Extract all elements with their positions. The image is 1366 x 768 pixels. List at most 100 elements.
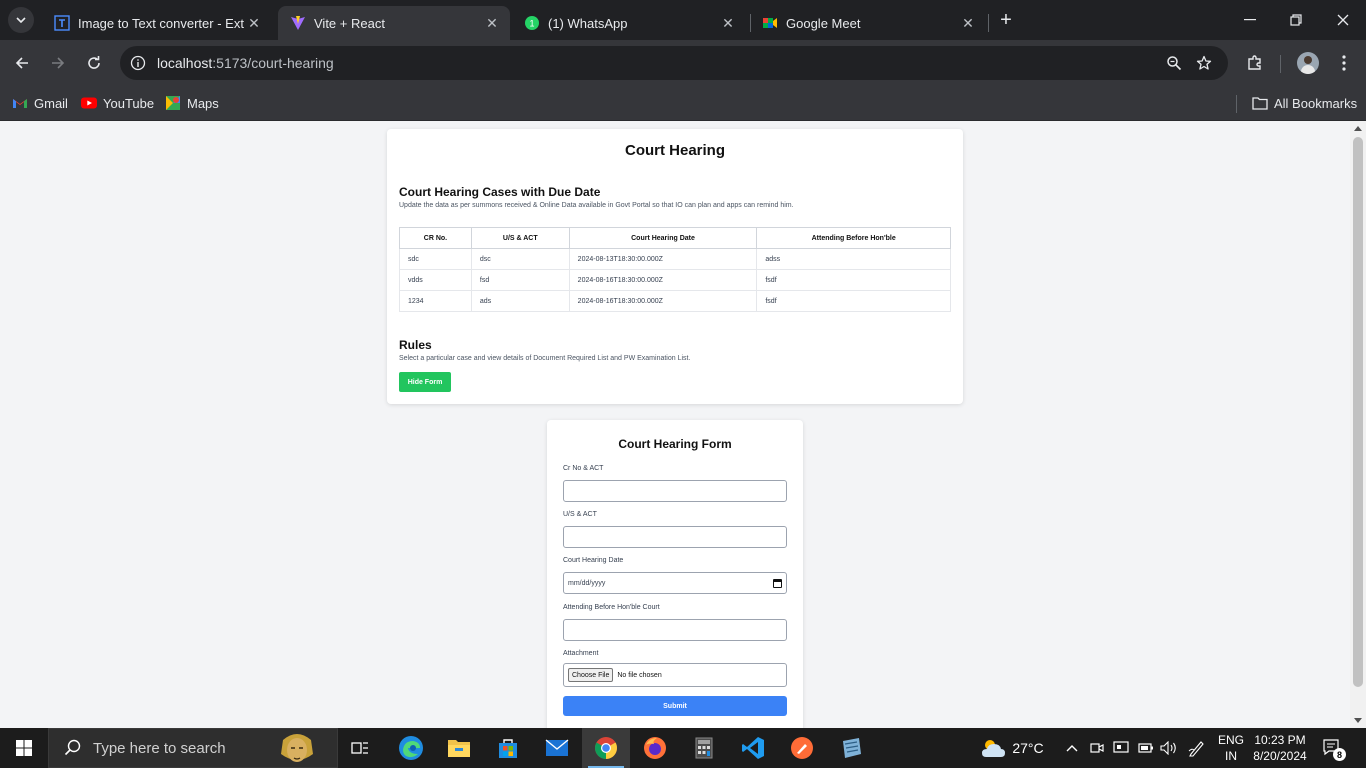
- profile-avatar[interactable]: [1297, 52, 1319, 74]
- table-cell: 2024-08-16T18:30:00.000Z: [568, 269, 758, 291]
- speaker-icon: [1160, 741, 1176, 755]
- attachment-label: Attachment: [563, 650, 599, 657]
- restore-button[interactable]: [1284, 8, 1308, 32]
- attending-input[interactable]: [563, 619, 787, 641]
- tab-divider: [988, 14, 989, 32]
- taskbar-mail[interactable]: [533, 728, 581, 768]
- tray-battery[interactable]: [1136, 728, 1156, 768]
- court-hearing-form: Court Hearing Form Cr No & ACT U/S & ACT…: [547, 420, 803, 728]
- bookmark-maps[interactable]: Maps: [165, 92, 219, 114]
- lang-code: ENG: [1217, 733, 1244, 747]
- scroll-up-arrow[interactable]: [1354, 126, 1362, 131]
- taskbar-store[interactable]: [484, 728, 532, 768]
- bookmark-star-icon[interactable]: [1194, 53, 1214, 73]
- table-row[interactable]: vdds fsd 2024-08-16T18:30:00.000Z fsdf: [399, 269, 951, 291]
- tray-display[interactable]: [1111, 728, 1131, 768]
- page-title: Court Hearing: [624, 142, 725, 159]
- cr-no-input[interactable]: [563, 480, 787, 502]
- site-info-icon[interactable]: [128, 53, 148, 73]
- close-window-button[interactable]: [1331, 8, 1355, 32]
- close-icon[interactable]: ✕: [958, 13, 978, 33]
- tab-title: Vite + React: [314, 15, 385, 31]
- tab-whatsapp[interactable]: 1 (1) WhatsApp ✕: [512, 6, 746, 40]
- firefox-icon: [644, 737, 666, 759]
- taskbar-app[interactable]: [827, 728, 875, 768]
- table-row[interactable]: 1234 ads 2024-08-16T18:30:00.000Z fsdf: [399, 290, 951, 312]
- bookmark-label: YouTube: [103, 95, 155, 111]
- gmail-icon: [12, 95, 28, 111]
- display-icon: [1113, 741, 1129, 753]
- us-act-input[interactable]: [563, 526, 787, 548]
- start-button[interactable]: [0, 728, 48, 768]
- back-button[interactable]: [9, 50, 35, 76]
- reload-button[interactable]: [81, 50, 107, 76]
- taskbar-postman[interactable]: [778, 728, 826, 768]
- attachment-file-input[interactable]: Choose File No file chosen: [563, 663, 787, 687]
- taskbar-edge[interactable]: [387, 728, 435, 768]
- new-tab-button[interactable]: +: [994, 8, 1018, 32]
- taskbar-chrome[interactable]: [582, 728, 630, 768]
- restore-icon: [1290, 14, 1302, 26]
- all-bookmarks-button[interactable]: All Bookmarks: [1252, 92, 1357, 114]
- tab-strip: Image to Text converter - Extrac ✕ Vite …: [0, 0, 1366, 40]
- extensions-button[interactable]: [1242, 50, 1268, 76]
- tab-image-to-text[interactable]: Image to Text converter - Extrac ✕: [42, 6, 272, 40]
- tab-google-meet[interactable]: Google Meet ✕: [750, 6, 986, 40]
- taskbar-firefox[interactable]: [631, 728, 679, 768]
- clock-date: 8/20/2024: [1253, 749, 1307, 763]
- cases-table: CR No. U/S & ACT Court Hearing Date Atte…: [399, 227, 951, 312]
- taskbar-file-explorer[interactable]: [435, 728, 483, 768]
- bookmark-youtube[interactable]: YouTube: [81, 92, 154, 114]
- task-view-button[interactable]: [336, 728, 384, 768]
- tray-overflow-button[interactable]: [1064, 728, 1080, 768]
- zoom-icon[interactable]: [1164, 53, 1184, 73]
- maps-icon: [165, 95, 181, 111]
- cases-description: Update the data as per summons received …: [399, 202, 794, 209]
- taskbar-vscode[interactable]: [729, 728, 777, 768]
- scroll-down-arrow[interactable]: [1354, 718, 1362, 723]
- avatar-head: [1304, 56, 1312, 64]
- submit-button[interactable]: Submit: [563, 696, 787, 716]
- url-text[interactable]: localhost:5173/court-hearing: [157, 55, 334, 71]
- bookmark-gmail[interactable]: Gmail: [12, 92, 68, 114]
- forward-button[interactable]: [45, 50, 71, 76]
- chrome-icon: [595, 737, 617, 759]
- scrollbar-thumb[interactable]: [1353, 137, 1363, 687]
- address-bar[interactable]: localhost:5173/court-hearing: [120, 46, 1228, 80]
- close-icon[interactable]: ✕: [482, 13, 502, 33]
- weather-widget[interactable]: [978, 728, 1008, 768]
- tray-volume[interactable]: [1159, 728, 1179, 768]
- hide-form-button[interactable]: Hide Form: [399, 372, 451, 392]
- minimize-button[interactable]: [1238, 8, 1262, 32]
- table-cell: adss: [756, 248, 951, 270]
- choose-file-button[interactable]: Choose File: [568, 668, 614, 682]
- calendar-icon[interactable]: [773, 579, 782, 588]
- taskbar-calculator[interactable]: [680, 728, 728, 768]
- notification-center-button[interactable]: 8: [1322, 738, 1346, 761]
- bookmark-label: Maps: [187, 95, 219, 111]
- close-icon[interactable]: ✕: [244, 13, 264, 33]
- weather-temp[interactable]: 27°C: [1010, 728, 1046, 768]
- arrow-right-icon: [52, 57, 65, 69]
- more-vert-icon: [1342, 55, 1346, 71]
- table-header-row: CR No. U/S & ACT Court Hearing Date Atte…: [399, 227, 951, 249]
- tab-vite-react[interactable]: Vite + React ✕: [278, 6, 510, 40]
- tab-search-button[interactable]: [8, 7, 34, 33]
- tray-meet-now[interactable]: [1088, 728, 1106, 768]
- tray-pen[interactable]: [1186, 728, 1208, 768]
- table-row[interactable]: sdc dsc 2024-08-13T18:30:00.000Z adss: [399, 248, 951, 270]
- cases-heading: Court Hearing Cases with Due Date: [399, 185, 601, 199]
- windows-logo-icon: [16, 740, 32, 756]
- hearing-date-label: Court Hearing Date: [563, 557, 624, 564]
- page-scrollbar[interactable]: [1350, 121, 1366, 728]
- hearing-date-input[interactable]: mm/dd/yyyy: [563, 572, 787, 594]
- us-act-label: U/S & ACT: [563, 511, 597, 518]
- all-bookmarks-label: All Bookmarks: [1274, 95, 1358, 111]
- system-clock[interactable]: 10:23 PM 8/20/2024: [1250, 732, 1310, 764]
- language-indicator[interactable]: ENG IN: [1216, 732, 1246, 764]
- youtube-icon: [81, 95, 97, 111]
- close-icon[interactable]: ✕: [718, 13, 738, 33]
- browser-menu-button[interactable]: [1331, 50, 1357, 76]
- column-header: U/S & ACT: [470, 227, 570, 249]
- taskbar-search[interactable]: Type here to search: [48, 728, 338, 768]
